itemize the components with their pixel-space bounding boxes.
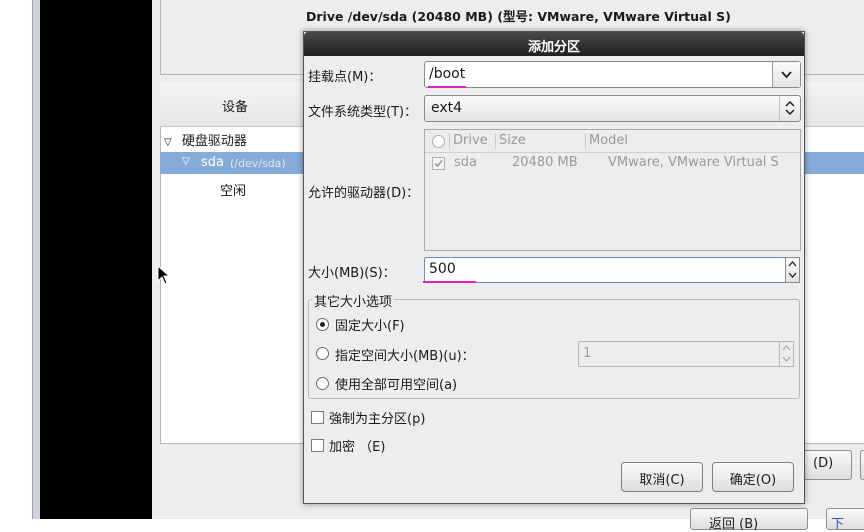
fixed-size-label[interactable]: 固定大小(F) [335, 315, 405, 334]
select-all-radio[interactable] [432, 135, 445, 148]
mount-point-label: 挂载点(M)： [308, 70, 382, 85]
expander-icon[interactable]: ▽ [164, 137, 172, 148]
expander-icon[interactable]: ▽ [182, 156, 190, 167]
black-band [40, 0, 152, 519]
reset-button[interactable] [860, 450, 864, 480]
column-header-size[interactable]: Size [499, 133, 526, 148]
drive-checkbox[interactable] [432, 157, 445, 170]
fs-type-select[interactable]: ext4 [424, 95, 801, 122]
fs-type-label: 文件系统类型(T)： [308, 105, 418, 120]
mount-point-combo[interactable]: /boot [424, 61, 801, 88]
drive-list-header: Drive Size Model [425, 130, 800, 153]
annotation-underline [423, 281, 476, 283]
chevron-down-icon [781, 71, 792, 79]
radio-fill-up-to[interactable] [316, 347, 329, 360]
checkmark-icon [434, 159, 443, 168]
column-header-drive[interactable]: Drive [453, 133, 488, 148]
tree-row-label: 硬盘驱动器 [181, 134, 247, 149]
drive-model: VMware, VMware Virtual S [608, 155, 779, 170]
delete-button[interactable]: (D) [800, 450, 852, 480]
column-header-model[interactable]: Model [589, 133, 628, 148]
drive-name: sda [454, 155, 477, 170]
other-size-options-legend: 其它大小选项 [312, 291, 395, 310]
annotation-underline [428, 86, 466, 88]
next-button[interactable]: 下 [826, 508, 864, 532]
size-value: 500 [429, 261, 456, 277]
radio-fixed-size[interactable] [316, 318, 329, 331]
tree-row-free[interactable]: 空闲 [220, 180, 246, 199]
updown-arrows-icon [785, 101, 795, 115]
force-primary-label[interactable]: 強制为主分区(p) [329, 408, 425, 427]
size-label: 大小(MB)(S)： [308, 266, 396, 281]
mount-point-value: /boot [429, 66, 466, 82]
spin-arrows-icon [782, 345, 791, 362]
add-partition-dialog: 添加分区 挂载点(M)： /boot 文件系统类型(T)： ext4 允许的驱动… [303, 31, 805, 504]
allowed-drives-list[interactable]: Drive Size Model sda 20480 MB VMware, VM… [424, 129, 801, 251]
column-header-device[interactable]: 设备 [222, 96, 248, 115]
ok-button[interactable]: 确定(O) [712, 462, 794, 492]
cancel-button[interactable]: 取消(C) [621, 462, 703, 492]
force-primary-checkbox[interactable] [311, 411, 324, 424]
tree-row-label: sda [201, 155, 224, 170]
tree-row-hard-drives[interactable]: ▽ 硬盘驱动器 [164, 130, 247, 149]
size-spinner[interactable] [785, 257, 800, 283]
fill-up-to-value: 1 [583, 346, 592, 361]
fill-up-to-spinner[interactable] [779, 341, 794, 367]
fs-type-value: ext4 [431, 100, 463, 116]
left-margin [0, 0, 32, 519]
dialog-titlebar[interactable]: 添加分区 [304, 32, 804, 56]
fill-all-label[interactable]: 使用全部可用空间(a) [335, 374, 457, 393]
size-input[interactable]: 500 [424, 257, 786, 283]
drive-row[interactable]: sda 20480 MB VMware, VMware Virtual S [425, 154, 800, 174]
tree-row-path: (/dev/sda) [230, 157, 286, 170]
mount-point-dropdown-button[interactable] [772, 62, 800, 87]
encrypt-label[interactable]: 加密 （E) [329, 436, 385, 455]
back-button[interactable]: 返回 (B) [690, 508, 808, 532]
fill-up-to-input[interactable]: 1 [578, 341, 780, 367]
encrypt-checkbox[interactable] [311, 439, 324, 452]
dialog-title: 添加分区 [527, 40, 580, 55]
radio-fill-all[interactable] [316, 377, 329, 390]
allowed-drives-label: 允许的驱动器(D)： [308, 186, 420, 201]
fill-up-to-label[interactable]: 指定空间大小(MB)(u)： [335, 345, 475, 364]
fs-type-spinner[interactable] [779, 96, 800, 121]
mouse-cursor-icon [157, 265, 171, 285]
drive-size: 20480 MB [512, 155, 578, 170]
drive-heading: Drive /dev/sda (20480 MB) (型号: VMware, V… [306, 9, 731, 24]
spin-arrows-icon [788, 261, 797, 278]
